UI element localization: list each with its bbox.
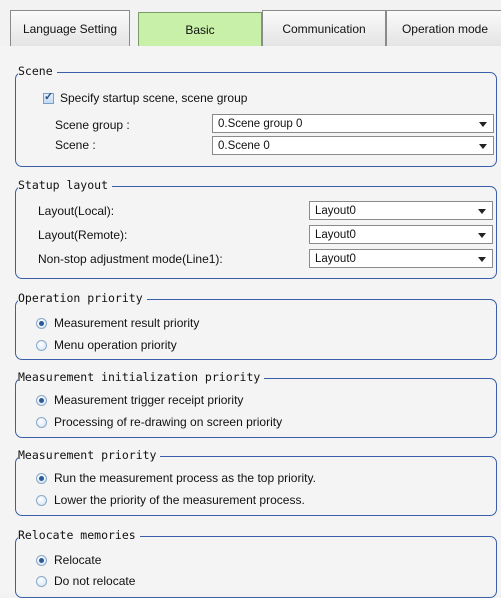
nonstop-adjustment-label: Non-stop adjustment mode(Line1): xyxy=(38,252,223,266)
specify-startup-checkbox[interactable]: ✓ xyxy=(43,90,54,104)
operation-priority-group: Operation priority Measurement result pr… xyxy=(15,291,497,360)
tab-label: Basic xyxy=(185,23,215,37)
radio-measurement-result-priority[interactable]: Measurement result priority xyxy=(36,316,199,330)
radio-button[interactable] xyxy=(36,575,47,587)
radio-button[interactable] xyxy=(36,394,47,406)
measurement-init-priority-legend: Measurement initialization priority xyxy=(18,370,265,384)
layout-remote-value: Layout0 xyxy=(315,228,356,241)
radio-label: Lower the priority of the measurement pr… xyxy=(54,493,305,507)
measurement-init-priority-group: Measurement initialization priority Meas… xyxy=(15,370,497,438)
radio-label: Relocate xyxy=(54,553,102,567)
radio-relocate[interactable]: Relocate xyxy=(36,553,101,567)
scene-group: Scene ✓ Specify startup scene, scene gro… xyxy=(15,64,497,167)
radio-label: Measurement result priority xyxy=(54,316,200,330)
radio-lower-priority[interactable]: Lower the priority of the measurement pr… xyxy=(36,493,305,507)
radio-label: Run the measurement process as the top p… xyxy=(54,471,316,485)
layout-local-value: Layout0 xyxy=(315,204,356,217)
radio-button[interactable] xyxy=(36,472,47,484)
radio-label: Measurement trigger receipt priority xyxy=(54,393,244,407)
radio-button[interactable] xyxy=(36,494,47,506)
radio-redrawing-priority[interactable]: Processing of re-drawing on screen prior… xyxy=(36,415,282,429)
tab-label: Operation mode xyxy=(401,21,489,36)
radio-menu-operation-priority[interactable]: Menu operation priority xyxy=(36,338,177,352)
scene-legend: Scene xyxy=(18,64,57,78)
basic-settings-panel: Scene ✓ Specify startup scene, scene gro… xyxy=(0,46,501,598)
tab-language-setting[interactable]: Language Setting xyxy=(10,10,130,46)
tab-label: Language Setting xyxy=(22,21,118,36)
radio-do-not-relocate[interactable]: Do not relocate xyxy=(36,574,135,588)
relocate-memories-legend: Relocate memories xyxy=(18,528,140,542)
radio-button[interactable] xyxy=(36,554,47,566)
nonstop-adjustment-value: Layout0 xyxy=(315,252,356,265)
measurement-priority-legend: Measurement priority xyxy=(18,448,161,462)
scene-label: Scene : xyxy=(55,138,96,152)
specify-startup-label: Specify startup scene, scene group xyxy=(60,91,248,105)
radio-button[interactable] xyxy=(36,416,47,428)
chevron-down-icon xyxy=(478,209,486,214)
startup-layout-group: Statup layout Layout(Local): Layout0 Lay… xyxy=(15,178,497,279)
radio-button[interactable] xyxy=(36,339,47,351)
layout-remote-label: Layout(Remote): xyxy=(38,228,128,242)
chevron-down-icon xyxy=(478,257,486,262)
tab-label: Communication xyxy=(282,21,366,36)
specify-startup-checkbox-row[interactable]: ✓ Specify startup scene, scene group xyxy=(43,91,247,105)
checkmark-icon: ✓ xyxy=(44,90,54,103)
radio-label: Do not relocate xyxy=(54,574,136,588)
tab-basic[interactable]: Basic xyxy=(138,12,262,47)
radio-trigger-receipt-priority[interactable]: Measurement trigger receipt priority xyxy=(36,393,243,407)
scene-value: 0.Scene 0 xyxy=(218,139,270,152)
relocate-memories-group: Relocate memories Relocate Do not reloca… xyxy=(15,528,497,598)
tab-bar: Language Setting Basic Communication Ope… xyxy=(0,0,501,47)
operation-priority-legend: Operation priority xyxy=(18,291,147,305)
tab-communication[interactable]: Communication xyxy=(262,10,386,46)
radio-label: Menu operation priority xyxy=(54,338,177,352)
radio-label: Processing of re-drawing on screen prior… xyxy=(54,415,283,429)
chevron-down-icon xyxy=(479,122,487,127)
layout-remote-select[interactable]: Layout0 xyxy=(309,225,493,244)
chevron-down-icon xyxy=(478,233,486,238)
layout-local-label: Layout(Local): xyxy=(38,204,115,218)
radio-button[interactable] xyxy=(36,317,47,329)
tab-operation-mode[interactable]: Operation mode xyxy=(386,10,501,46)
scene-group-select[interactable]: 0.Scene group 0 xyxy=(212,114,494,133)
nonstop-adjustment-select[interactable]: Layout0 xyxy=(309,249,493,268)
radio-run-top-priority[interactable]: Run the measurement process as the top p… xyxy=(36,471,316,485)
measurement-priority-group: Measurement priority Run the measurement… xyxy=(15,448,497,516)
startup-layout-legend: Statup layout xyxy=(18,178,113,192)
chevron-down-icon xyxy=(479,144,487,149)
scene-select[interactable]: 0.Scene 0 xyxy=(212,136,494,155)
layout-local-select[interactable]: Layout0 xyxy=(309,201,493,220)
scene-group-label: Scene group : xyxy=(55,118,130,132)
scene-group-value: 0.Scene group 0 xyxy=(218,117,303,130)
